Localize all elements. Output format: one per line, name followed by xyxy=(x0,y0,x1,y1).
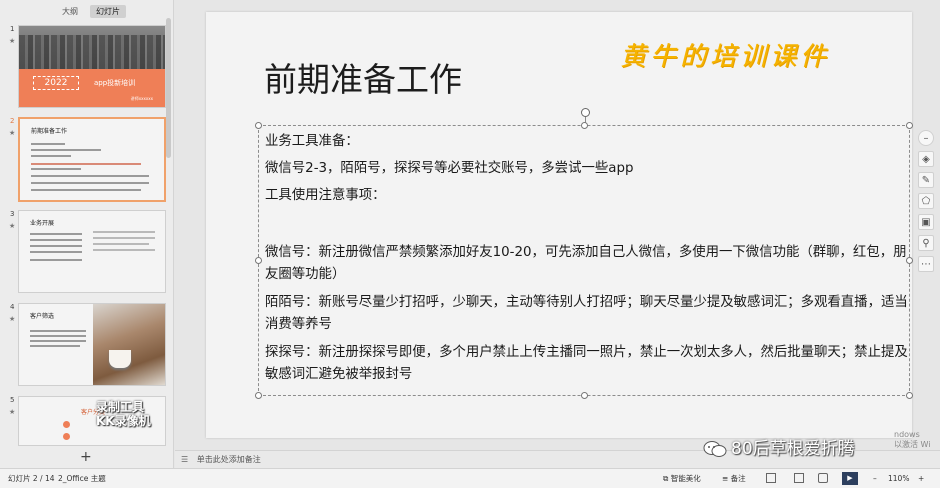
books-photo xyxy=(93,304,165,385)
reading-view-icon[interactable] xyxy=(818,473,828,483)
thumbnail-year: 2022 xyxy=(33,76,79,90)
slide-thumbnail-panel: 大纲 幻灯片 1 ★ 2022 app投新培训 讲师xxxxxx 2 ★ 前期准… xyxy=(0,0,174,468)
notes-toggle-button[interactable]: ≡ 备注 xyxy=(722,470,746,488)
zoom-in-icon[interactable]: + xyxy=(918,470,924,488)
wechat-icon xyxy=(703,441,727,457)
cup-photo xyxy=(109,350,131,368)
tab-outline[interactable]: 大纲 xyxy=(56,5,84,18)
thumbnail-title: 业务开展 xyxy=(30,220,55,227)
slide-thumbnail-2[interactable]: 前期准备工作 xyxy=(18,117,166,202)
floating-toolbar: – ◈ ✎ ⬠ ▣ ⚲ ⋯ xyxy=(917,130,935,272)
animation-star-icon: ★ xyxy=(9,129,16,137)
resize-handle[interactable] xyxy=(581,392,588,399)
status-bar: 幻灯片 2 / 14 2_Office 主题 ⧉ 智能美化 ≡ 备注 ▶ – 1… xyxy=(0,468,940,488)
thumbnail-number: 5 xyxy=(10,396,15,404)
view-tabs: 大纲 幻灯片 xyxy=(56,5,126,18)
slide-thumbnail-4[interactable]: 客户筛选 xyxy=(18,303,166,386)
animation-star-icon: ★ xyxy=(9,408,16,416)
resize-handle[interactable] xyxy=(255,257,262,264)
resize-handle[interactable] xyxy=(906,392,913,399)
ellipsis-icon[interactable]: ⋯ xyxy=(918,256,934,272)
activate-windows-watermark: ndows 以激活 Wi xyxy=(894,430,931,449)
zoom-level[interactable]: 110% xyxy=(888,470,909,488)
paragraph: 微信号：新注册微信严禁频繁添加好友10-20，可先添加自己人微信，多使用一下微信… xyxy=(265,245,907,282)
shape-icon[interactable]: ⬠ xyxy=(918,193,934,209)
more-icon[interactable]: – xyxy=(918,130,934,146)
thumbnail-subtitle: 讲师xxxxxx xyxy=(130,96,153,101)
content-textbox[interactable]: 业务工具准备： 微信号2-3，陌陌号，探探号等必要社交账号，多尝试一些app 工… xyxy=(255,108,913,399)
zoom-out-icon[interactable]: – xyxy=(873,470,877,488)
thumbnail-title: app投新培训 xyxy=(94,79,136,87)
slideshow-play-button[interactable]: ▶ xyxy=(842,472,858,485)
paragraph: 工具使用注意事项： xyxy=(265,188,386,203)
thumbnail-title: 客户筛选 xyxy=(30,313,55,320)
slide-thumbnail-3[interactable]: 业务开展 xyxy=(18,210,166,293)
thumbnail-number: 4 xyxy=(10,303,15,311)
paragraph: 探探号：新注册探探号即便，多个用户禁止上传主播同一照片，禁止一次划太多人，然后批… xyxy=(265,345,908,382)
resize-handle[interactable] xyxy=(581,122,588,129)
rotate-handle[interactable] xyxy=(581,108,590,117)
thumbnail-title: 前期准备工作 xyxy=(31,128,68,135)
frame-icon[interactable]: ▣ xyxy=(918,214,934,230)
paragraph: 业务工具准备： xyxy=(265,134,359,149)
wechat-watermark: 80后草根爱折腾 xyxy=(703,434,855,459)
slide-thumbnail-1[interactable]: 2022 app投新培训 讲师xxxxxx xyxy=(18,25,166,108)
brand-watermark: 黄牛的培训课件 xyxy=(620,42,831,72)
animation-star-icon: ★ xyxy=(9,315,16,323)
pin-icon[interactable]: ⚲ xyxy=(918,235,934,251)
resize-handle[interactable] xyxy=(906,122,913,129)
tab-slides[interactable]: 幻灯片 xyxy=(90,5,126,18)
thumbnail-number: 3 xyxy=(10,210,15,218)
thumbnail-number: 1 xyxy=(10,25,15,33)
theme-name[interactable]: 2_Office 主题 xyxy=(58,470,106,488)
resize-handle[interactable] xyxy=(255,122,262,129)
recorder-watermark: 录制工具 KK录像机 xyxy=(96,400,151,428)
thumbnail-scrollbar[interactable] xyxy=(166,18,171,158)
thumbnail-number: 2 xyxy=(10,117,15,125)
animation-star-icon: ★ xyxy=(9,37,16,45)
paragraph: 陌陌号：新账号尽量少打招呼，少聊天，主动等待别人打招呼；聊天尽量少提及敏感词汇；… xyxy=(265,295,908,332)
add-slide-button[interactable]: + xyxy=(80,449,92,465)
normal-view-icon[interactable] xyxy=(766,473,776,483)
resize-handle[interactable] xyxy=(255,392,262,399)
city-photo xyxy=(19,26,165,69)
slide-canvas[interactable]: 前期准备工作 黄牛的培训课件 业务工具准备： 微信号2-3，陌陌号，探探号等必要… xyxy=(206,12,913,438)
smart-beautify-button[interactable]: ⧉ 智能美化 xyxy=(663,470,701,488)
slide-sorter-icon[interactable] xyxy=(794,473,804,483)
layers-icon[interactable]: ◈ xyxy=(918,151,934,167)
slide-title[interactable]: 前期准备工作 xyxy=(264,53,462,101)
notes-placeholder[interactable]: 单击此处添加备注 xyxy=(197,455,261,464)
slide-counter: 幻灯片 2 / 14 xyxy=(8,474,55,483)
paragraph: 微信号2-3，陌陌号，探探号等必要社交账号，多尝试一些app xyxy=(265,161,634,176)
notes-icon: ☰ xyxy=(181,455,189,464)
pen-icon[interactable]: ✎ xyxy=(918,172,934,188)
animation-star-icon: ★ xyxy=(9,222,16,230)
